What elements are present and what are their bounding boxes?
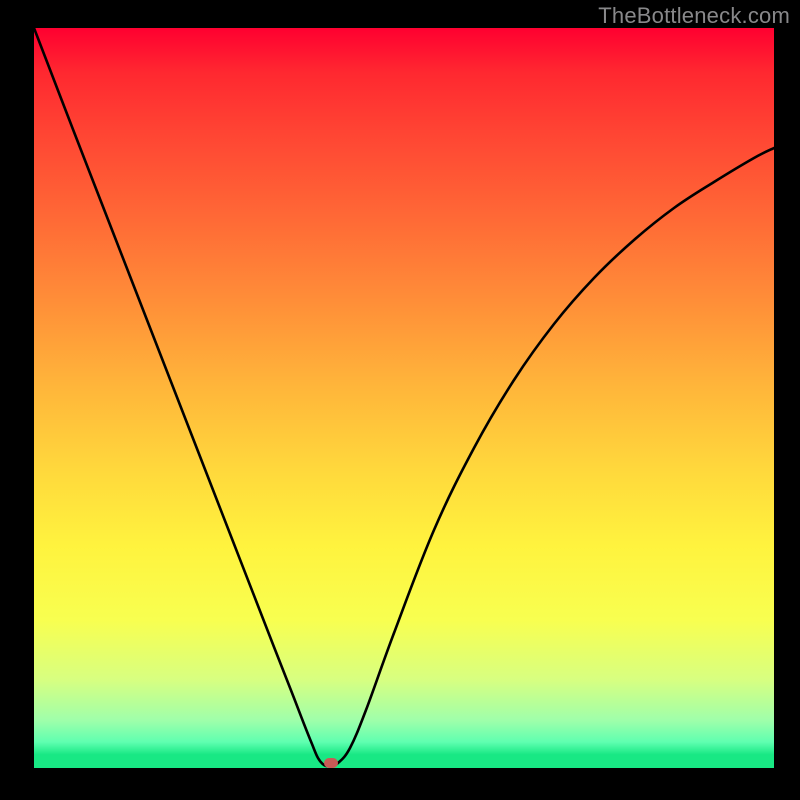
chart-plot-area [34,28,774,768]
watermark-text: TheBottleneck.com [598,3,790,29]
bottleneck-curve [34,28,774,768]
chart-frame: TheBottleneck.com [0,0,800,800]
curve-path [34,28,774,766]
optimal-point-marker [324,758,338,768]
